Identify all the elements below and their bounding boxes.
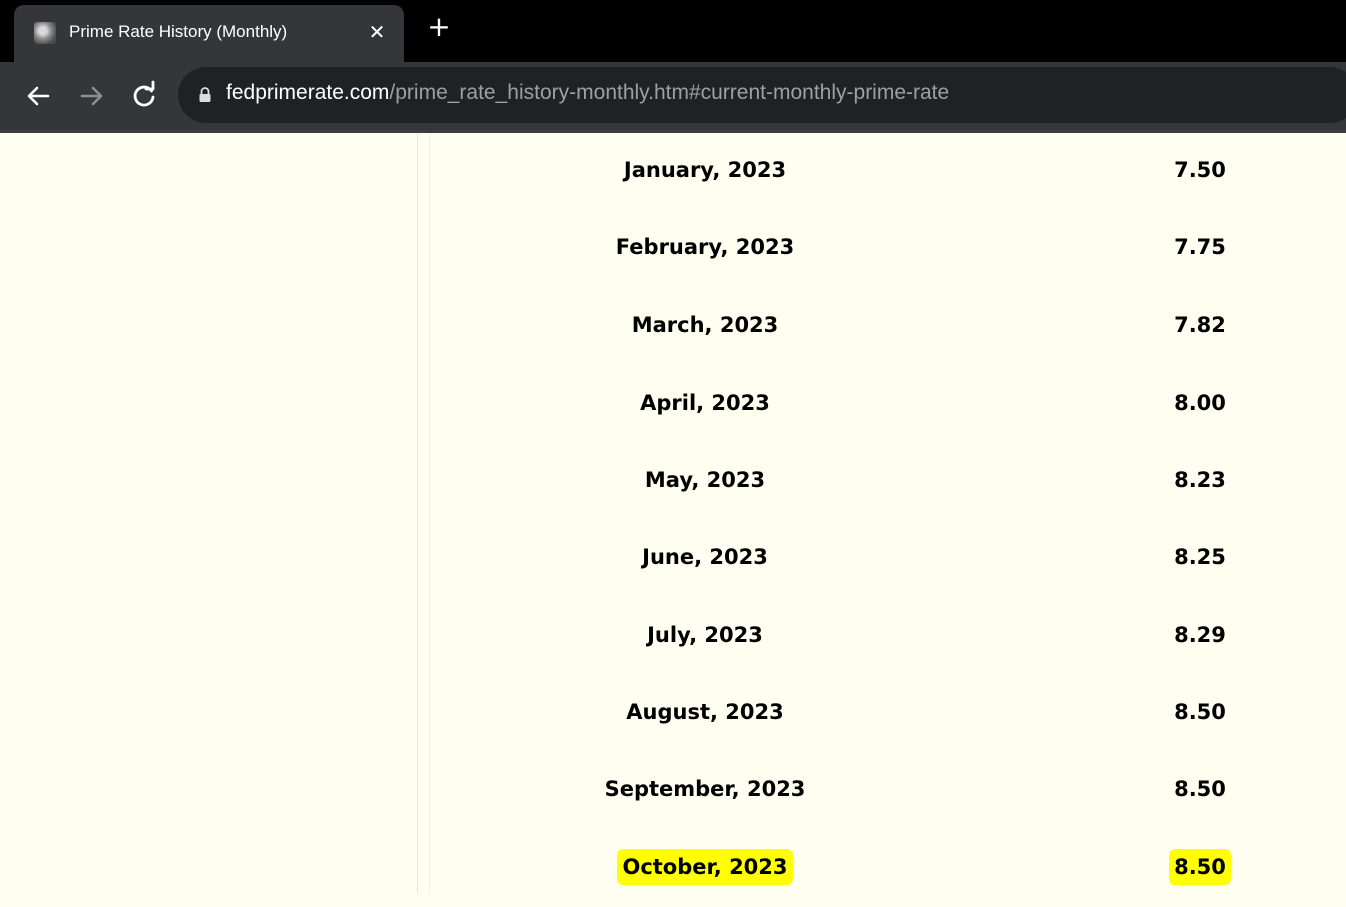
rate-cell: 7.82 (1174, 313, 1226, 337)
table-row-highlighted: October, 2023 8.50 (430, 830, 1346, 907)
rate-cell: 8.00 (1174, 391, 1226, 415)
rate-cell: 7.75 (1174, 235, 1226, 259)
new-tab-button[interactable]: + (424, 12, 454, 42)
rate-cell: 8.23 (1174, 468, 1226, 492)
rate-cell: 8.50 (1110, 852, 1290, 882)
table-row: August, 2023 8.50 (430, 675, 1346, 752)
back-arrow-icon[interactable] (22, 80, 54, 112)
table-row: January, 2023 7.50 (430, 133, 1346, 210)
table-row: February, 2023 7.75 (430, 210, 1346, 287)
prime-rate-table: January, 2023 7.50 February, 2023 7.75 M… (430, 133, 1346, 893)
month-cell: January, 2023 (623, 158, 787, 182)
rate-cell: 8.50 (1174, 700, 1226, 724)
address-bar[interactable]: fedprimerate.com/prime_rate_history-mont… (178, 67, 1346, 123)
url-host: fedprimerate.com (226, 81, 390, 104)
left-sidebar-area (0, 133, 417, 893)
table-row: June, 2023 8.25 (430, 520, 1346, 597)
table-row: April, 2023 8.00 (430, 366, 1346, 443)
month-cell: April, 2023 (640, 391, 770, 415)
page-content: January, 2023 7.50 February, 2023 7.75 M… (0, 133, 1346, 893)
month-cell: March, 2023 (631, 313, 779, 337)
month-cell: July, 2023 (647, 623, 763, 647)
table-row: September, 2023 8.50 (430, 752, 1346, 829)
column-divider (417, 133, 418, 893)
browser-tab[interactable]: Prime Rate History (Monthly) ✕ (14, 5, 404, 62)
rate-cell: 8.25 (1174, 545, 1226, 569)
table-row: May, 2023 8.23 (430, 443, 1346, 520)
rate-cell: 8.50 (1174, 777, 1226, 801)
url-text: fedprimerate.com/prime_rate_history-mont… (226, 81, 949, 105)
month-cell: September, 2023 (604, 777, 806, 801)
tab-strip: Prime Rate History (Monthly) ✕ + (0, 0, 1346, 62)
month-cell: February, 2023 (615, 235, 795, 259)
month-cell: June, 2023 (642, 545, 768, 569)
highlighted-rate: 8.50 (1172, 852, 1228, 882)
url-path: /prime_rate_history-monthly.htm#current-… (389, 81, 950, 104)
tab-close-icon[interactable]: ✕ (364, 19, 390, 45)
site-favicon-icon (34, 22, 56, 44)
reload-icon[interactable] (128, 80, 160, 112)
tab-title: Prime Rate History (Monthly) (69, 22, 288, 41)
rate-cell: 8.29 (1174, 623, 1226, 647)
table-row: July, 2023 8.29 (430, 598, 1346, 675)
rate-cell: 7.50 (1174, 158, 1226, 182)
forward-arrow-icon[interactable] (76, 80, 108, 112)
month-cell: August, 2023 (626, 700, 784, 724)
lock-icon (199, 87, 211, 102)
month-cell: May, 2023 (644, 468, 766, 492)
browser-toolbar: fedprimerate.com/prime_rate_history-mont… (0, 62, 1346, 130)
highlighted-month: October, 2023 (620, 852, 790, 882)
table-row: March, 2023 7.82 (430, 288, 1346, 365)
month-cell: October, 2023 (525, 852, 885, 882)
